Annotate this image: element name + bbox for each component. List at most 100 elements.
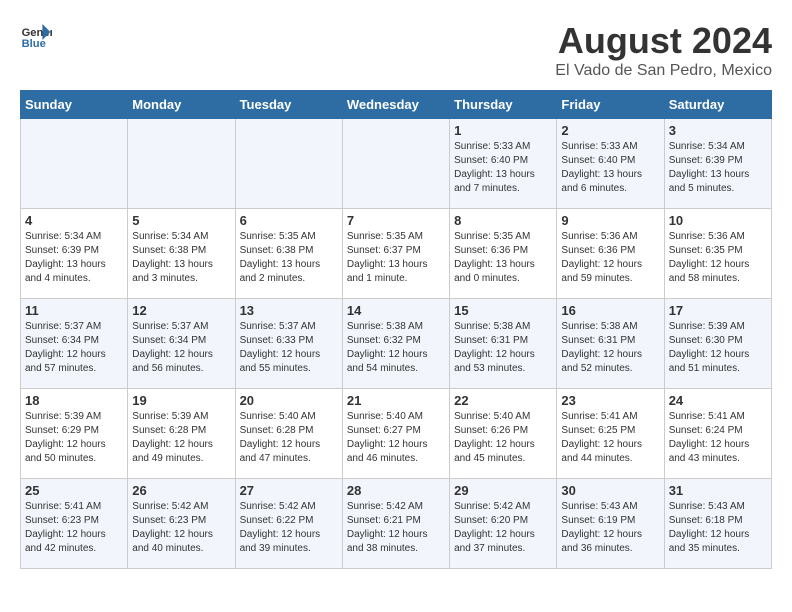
- day-info: Sunrise: 5:39 AM Sunset: 6:29 PM Dayligh…: [25, 410, 123, 466]
- day-number: 9: [561, 213, 659, 228]
- location-text: El Vado de San Pedro, Mexico: [555, 62, 772, 80]
- day-number: 27: [240, 483, 338, 498]
- calendar-cell: 29Sunrise: 5:42 AM Sunset: 6:20 PM Dayli…: [450, 479, 557, 569]
- weekday-header-saturday: Saturday: [664, 91, 771, 119]
- day-info: Sunrise: 5:35 AM Sunset: 6:38 PM Dayligh…: [240, 230, 338, 286]
- calendar-cell: 22 Sunrise: 5:40 AM Sunset: 6:26 PM Dayli…: [450, 389, 557, 479]
- day-number: 21: [347, 393, 445, 408]
- day-number: 26: [132, 483, 230, 498]
- day-info: Sunrise: 5:34 AM Sunset: 6:39 PM Dayligh…: [669, 140, 767, 196]
- calendar-cell: 12Sunrise: 5:37 AM Sunset: 6:34 PM Dayli…: [128, 299, 235, 389]
- calendar-cell: 8 Sunrise: 5:35 AM Sunset: 6:36 PM Daylig…: [450, 209, 557, 299]
- weekday-header-tuesday: Tuesday: [235, 91, 342, 119]
- day-info: Sunrise: 5:42 AM Sunset: 6:21 PM Dayligh…: [347, 500, 445, 556]
- calendar-cell: [128, 119, 235, 209]
- calendar-cell: 7 Sunrise: 5:35 AM Sunset: 6:37 PM Daylig…: [342, 209, 449, 299]
- calendar-cell: 2 Sunrise: 5:33 AM Sunset: 6:40 PM Daylig…: [557, 119, 664, 209]
- calendar-cell: 3 Sunrise: 5:34 AM Sunset: 6:39 PM Daylig…: [664, 119, 771, 209]
- day-number: 25: [25, 483, 123, 498]
- weekday-header-thursday: Thursday: [450, 91, 557, 119]
- day-info: Sunrise: 5:33 AM Sunset: 6:40 PM Dayligh…: [454, 140, 552, 196]
- calendar-cell: 26 Sunrise: 5:42 AM Sunset: 6:23 PM Dayli…: [128, 479, 235, 569]
- day-info: Sunrise: 5:40 AM Sunset: 6:27 PM Dayligh…: [347, 410, 445, 466]
- day-number: 4: [25, 213, 123, 228]
- day-info: Sunrise: 5:43 AM Sunset: 6:18 PM Dayligh…: [669, 500, 767, 556]
- calendar-cell: 24Sunrise: 5:41 AM Sunset: 6:24 PM Dayli…: [664, 389, 771, 479]
- day-info: Sunrise: 5:38 AM Sunset: 6:31 PM Dayligh…: [454, 320, 552, 376]
- day-info: Sunrise: 5:33 AM Sunset: 6:40 PM Dayligh…: [561, 140, 659, 196]
- calendar-cell: [21, 119, 128, 209]
- day-number: 5: [132, 213, 230, 228]
- logo: General Blue: [20, 20, 52, 52]
- calendar-cell: 18Sunrise: 5:39 AM Sunset: 6:29 PM Dayli…: [21, 389, 128, 479]
- day-info: Sunrise: 5:42 AM Sunset: 6:22 PM Dayligh…: [240, 500, 338, 556]
- day-number: 1: [454, 123, 552, 138]
- day-number: 23: [561, 393, 659, 408]
- day-number: 7: [347, 213, 445, 228]
- day-info: Sunrise: 5:41 AM Sunset: 6:23 PM Dayligh…: [25, 500, 123, 556]
- day-info: Sunrise: 5:34 AM Sunset: 6:38 PM Dayligh…: [132, 230, 230, 286]
- day-number: 28: [347, 483, 445, 498]
- calendar-cell: 1 Sunrise: 5:33 AM Sunset: 6:40 PM Daylig…: [450, 119, 557, 209]
- day-number: 19: [132, 393, 230, 408]
- week-row-5: 25 Sunrise: 5:41 AM Sunset: 6:23 PM Dayli…: [21, 479, 772, 569]
- calendar-cell: 16 Sunrise: 5:38 AM Sunset: 6:31 PM Dayli…: [557, 299, 664, 389]
- month-year-title: August 2024: [555, 20, 772, 62]
- calendar-cell: 23 Sunrise: 5:41 AM Sunset: 6:25 PM Dayli…: [557, 389, 664, 479]
- day-number: 6: [240, 213, 338, 228]
- calendar-cell: 30 Sunrise: 5:43 AM Sunset: 6:19 PM Dayli…: [557, 479, 664, 569]
- calendar-cell: 9 Sunrise: 5:36 AM Sunset: 6:36 PM Daylig…: [557, 209, 664, 299]
- day-info: Sunrise: 5:40 AM Sunset: 6:26 PM Dayligh…: [454, 410, 552, 466]
- day-number: 15: [454, 303, 552, 318]
- day-info: Sunrise: 5:42 AM Sunset: 6:23 PM Dayligh…: [132, 500, 230, 556]
- day-info: Sunrise: 5:37 AM Sunset: 6:34 PM Dayligh…: [25, 320, 123, 376]
- day-info: Sunrise: 5:43 AM Sunset: 6:19 PM Dayligh…: [561, 500, 659, 556]
- day-info: Sunrise: 5:35 AM Sunset: 6:36 PM Dayligh…: [454, 230, 552, 286]
- day-info: Sunrise: 5:36 AM Sunset: 6:35 PM Dayligh…: [669, 230, 767, 286]
- title-area: August 2024 El Vado de San Pedro, Mexico: [555, 20, 772, 80]
- day-info: Sunrise: 5:37 AM Sunset: 6:33 PM Dayligh…: [240, 320, 338, 376]
- day-number: 17: [669, 303, 767, 318]
- calendar-cell: 15 Sunrise: 5:38 AM Sunset: 6:31 PM Dayli…: [450, 299, 557, 389]
- calendar-cell: 10 Sunrise: 5:36 AM Sunset: 6:35 PM Dayli…: [664, 209, 771, 299]
- day-info: Sunrise: 5:35 AM Sunset: 6:37 PM Dayligh…: [347, 230, 445, 286]
- day-number: 12: [132, 303, 230, 318]
- weekday-header-row: SundayMondayTuesdayWednesdayThursdayFrid…: [21, 91, 772, 119]
- day-info: Sunrise: 5:42 AM Sunset: 6:20 PM Dayligh…: [454, 500, 552, 556]
- week-row-2: 4 Sunrise: 5:34 AM Sunset: 6:39 PM Daylig…: [21, 209, 772, 299]
- day-number: 2: [561, 123, 659, 138]
- day-number: 10: [669, 213, 767, 228]
- calendar-cell: 28 Sunrise: 5:42 AM Sunset: 6:21 PM Dayli…: [342, 479, 449, 569]
- day-number: 20: [240, 393, 338, 408]
- calendar-table: SundayMondayTuesdayWednesdayThursdayFrid…: [20, 90, 772, 569]
- weekday-header-sunday: Sunday: [21, 91, 128, 119]
- calendar-cell: 27 Sunrise: 5:42 AM Sunset: 6:22 PM Dayli…: [235, 479, 342, 569]
- calendar-cell: 20 Sunrise: 5:40 AM Sunset: 6:28 PM Dayli…: [235, 389, 342, 479]
- calendar-cell: 21 Sunrise: 5:40 AM Sunset: 6:27 PM Dayli…: [342, 389, 449, 479]
- weekday-header-friday: Friday: [557, 91, 664, 119]
- day-info: Sunrise: 5:41 AM Sunset: 6:24 PM Dayligh…: [669, 410, 767, 466]
- calendar-cell: 6 Sunrise: 5:35 AM Sunset: 6:38 PM Daylig…: [235, 209, 342, 299]
- day-info: Sunrise: 5:41 AM Sunset: 6:25 PM Dayligh…: [561, 410, 659, 466]
- day-number: 30: [561, 483, 659, 498]
- calendar-cell: 25 Sunrise: 5:41 AM Sunset: 6:23 PM Dayli…: [21, 479, 128, 569]
- day-number: 22: [454, 393, 552, 408]
- svg-text:Blue: Blue: [22, 38, 46, 50]
- weekday-header-wednesday: Wednesday: [342, 91, 449, 119]
- header: General Blue August 2024 El Vado de San …: [20, 20, 772, 80]
- day-number: 16: [561, 303, 659, 318]
- calendar-cell: 31 Sunrise: 5:43 AM Sunset: 6:18 PM Dayli…: [664, 479, 771, 569]
- day-number: 31: [669, 483, 767, 498]
- day-info: Sunrise: 5:36 AM Sunset: 6:36 PM Dayligh…: [561, 230, 659, 286]
- calendar-cell: 11 Sunrise: 5:37 AM Sunset: 6:34 PM Dayli…: [21, 299, 128, 389]
- day-info: Sunrise: 5:34 AM Sunset: 6:39 PM Dayligh…: [25, 230, 123, 286]
- week-row-1: 1 Sunrise: 5:33 AM Sunset: 6:40 PM Daylig…: [21, 119, 772, 209]
- day-number: 3: [669, 123, 767, 138]
- calendar-cell: 19Sunrise: 5:39 AM Sunset: 6:28 PM Dayli…: [128, 389, 235, 479]
- day-number: 11: [25, 303, 123, 318]
- day-info: Sunrise: 5:40 AM Sunset: 6:28 PM Dayligh…: [240, 410, 338, 466]
- calendar-cell: 4 Sunrise: 5:34 AM Sunset: 6:39 PM Daylig…: [21, 209, 128, 299]
- day-number: 8: [454, 213, 552, 228]
- calendar-cell: 14Sunrise: 5:38 AM Sunset: 6:32 PM Dayli…: [342, 299, 449, 389]
- day-info: Sunrise: 5:38 AM Sunset: 6:31 PM Dayligh…: [561, 320, 659, 376]
